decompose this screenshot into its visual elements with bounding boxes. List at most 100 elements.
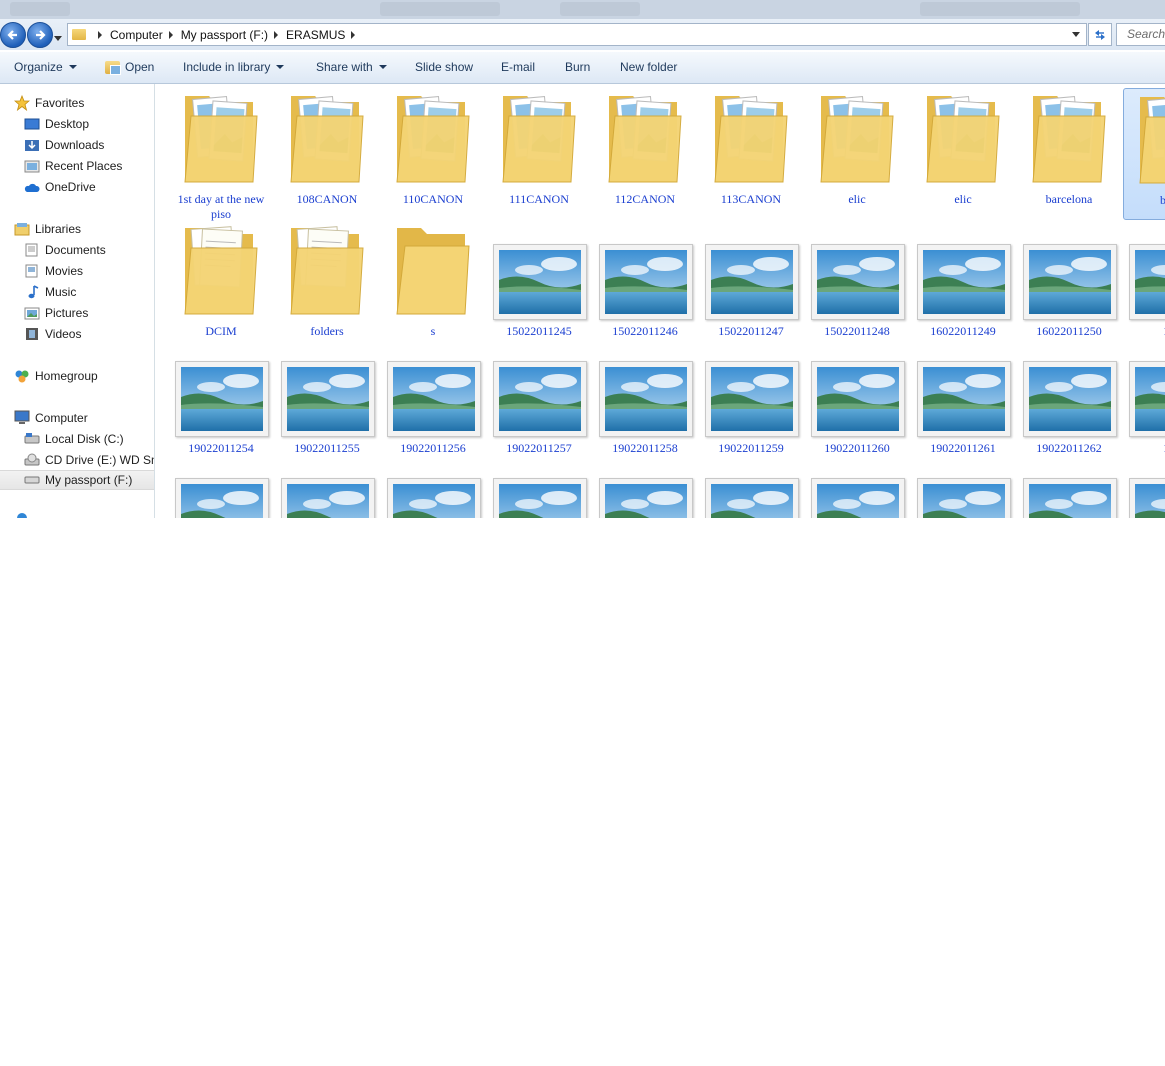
folder-item[interactable]: 112CANON	[593, 88, 697, 218]
nav-label: OneDrive	[45, 180, 96, 194]
chevron-right-icon[interactable]	[351, 30, 356, 39]
nav-homegroup[interactable]: Homegroup	[14, 366, 98, 386]
refresh-button[interactable]	[1088, 23, 1112, 46]
file-label: bullfig	[1160, 193, 1165, 207]
image-file-item[interactable]: 19022011262	[1017, 337, 1121, 455]
folder-item[interactable]: folders	[275, 220, 379, 350]
nav-pictures[interactable]: Pictures	[24, 303, 88, 323]
hard-drive-icon	[24, 431, 40, 447]
image-thumbnail-icon	[705, 244, 799, 320]
open-button[interactable]: Open	[105, 60, 154, 75]
folder-item[interactable]: s	[381, 220, 485, 350]
image-file-item[interactable]: 19022011255	[275, 337, 379, 455]
nav-cd-drive[interactable]: CD Drive (E:) WD Sm	[24, 450, 154, 470]
address-dropdown-icon[interactable]	[1072, 32, 1080, 37]
image-thumbnail-icon	[1129, 478, 1165, 518]
include-in-library-button[interactable]: Include in library	[183, 60, 285, 74]
image-file-item[interactable]	[911, 454, 1015, 518]
image-file-item[interactable]: 16022011250	[1017, 220, 1121, 338]
nav-my-passport[interactable]: My passport (F:)	[0, 470, 154, 490]
image-file-item[interactable]: 15022011248	[805, 220, 909, 338]
file-label: 1st day at the new piso	[177, 192, 265, 221]
nav-label: Downloads	[45, 138, 105, 152]
image-file-item[interactable]: 15022011247	[699, 220, 803, 338]
share-with-button[interactable]: Share with	[316, 60, 387, 74]
back-button[interactable]	[0, 22, 26, 48]
image-file-item[interactable]	[169, 454, 273, 518]
image-file-item[interactable]: 15022011245	[487, 220, 591, 338]
folder-item[interactable]: 111CANON	[487, 88, 591, 218]
folder-item[interactable]: DCIM	[169, 220, 273, 350]
chevron-right-icon[interactable]	[98, 30, 102, 39]
organize-button[interactable]: Organize	[14, 60, 77, 74]
folder-item[interactable]: 113CANON	[699, 88, 803, 218]
folder-item[interactable]: 110CANON	[381, 88, 485, 218]
nav-recent-places[interactable]: Recent Places	[24, 156, 122, 176]
chevron-right-icon[interactable]	[168, 30, 173, 39]
nav-onedrive[interactable]: OneDrive	[24, 177, 96, 197]
image-file-item[interactable]	[487, 454, 591, 518]
chevron-right-icon[interactable]	[274, 30, 279, 39]
nav-downloads[interactable]: Downloads	[24, 135, 104, 155]
image-file-item[interactable]: 19022011256	[381, 337, 485, 455]
forward-button[interactable]	[27, 22, 53, 48]
nav-documents[interactable]: Documents	[24, 240, 106, 260]
image-file-item[interactable]: 15022011246	[593, 220, 697, 338]
nav-label: Favorites	[35, 96, 85, 110]
recent-pages-dropdown[interactable]	[54, 31, 62, 45]
image-thumbnail-icon	[387, 361, 481, 437]
image-file-item[interactable]	[805, 454, 909, 518]
nav-label: Computer	[35, 411, 88, 425]
folder-item[interactable]: 1st day at the new piso	[169, 88, 273, 221]
image-file-item[interactable]: 19022011260	[805, 337, 909, 455]
address-box[interactable]: Computer My passport (F:) ERASMUS	[67, 23, 1087, 46]
organize-label: Organize	[14, 60, 63, 74]
image-file-item[interactable]	[381, 454, 485, 518]
nav-libraries[interactable]: Libraries	[14, 219, 81, 239]
nav-music[interactable]: Music	[24, 282, 76, 302]
image-file-item[interactable]: 1902	[1123, 337, 1165, 455]
image-thumbnail-icon	[175, 478, 269, 518]
folder-item[interactable]: 108CANON	[275, 88, 379, 218]
recent-places-icon	[24, 158, 40, 174]
nav-local-disk[interactable]: Local Disk (C:)	[24, 429, 124, 449]
folder-item[interactable]: bullfig	[1123, 88, 1165, 220]
slide-show-button[interactable]: Slide show	[415, 60, 473, 74]
nav-computer[interactable]: Computer	[14, 408, 88, 428]
image-file-item[interactable]	[275, 454, 379, 518]
chevron-down-icon	[276, 65, 285, 69]
libraries-icon	[14, 221, 30, 237]
music-note-icon	[24, 284, 40, 300]
image-file-item[interactable]: 19022011261	[911, 337, 1015, 455]
image-file-item[interactable]: 1602	[1123, 220, 1165, 338]
folder-item[interactable]: elic	[805, 88, 909, 218]
nav-favorites[interactable]: Favorites	[14, 93, 84, 113]
search-input[interactable]	[1117, 24, 1165, 43]
chevron-down-icon	[378, 65, 387, 69]
folder-item[interactable]: barcelona	[1017, 88, 1121, 218]
image-file-item[interactable]: 19022011254	[169, 337, 273, 455]
image-file-item[interactable]	[593, 454, 697, 518]
nav-movies[interactable]: Movies	[24, 261, 83, 281]
breadcrumb-passport[interactable]: My passport (F:)	[181, 28, 268, 42]
image-file-item[interactable]: 16022011249	[911, 220, 1015, 338]
folder-icon	[287, 222, 367, 325]
new-folder-button[interactable]: New folder	[620, 60, 677, 74]
image-file-item[interactable]	[1017, 454, 1121, 518]
breadcrumb-erasmus[interactable]: ERASMUS	[286, 28, 345, 42]
image-file-item[interactable]	[699, 454, 803, 518]
nav-network[interactable]	[14, 508, 35, 518]
include-label: Include in library	[183, 60, 271, 74]
image-file-item[interactable]: 19022011258	[593, 337, 697, 455]
folder-item[interactable]: elic	[911, 88, 1015, 218]
burn-button[interactable]: Burn	[565, 60, 590, 74]
image-file-item[interactable]	[1123, 454, 1165, 518]
search-box[interactable]	[1116, 23, 1165, 46]
nav-desktop[interactable]: Desktop	[24, 114, 89, 134]
breadcrumb-computer[interactable]: Computer	[110, 28, 163, 42]
folder-icon	[711, 90, 791, 193]
nav-videos[interactable]: Videos	[24, 324, 81, 344]
image-file-item[interactable]: 19022011257	[487, 337, 591, 455]
image-file-item[interactable]: 19022011259	[699, 337, 803, 455]
email-button[interactable]: E-mail	[501, 60, 535, 74]
